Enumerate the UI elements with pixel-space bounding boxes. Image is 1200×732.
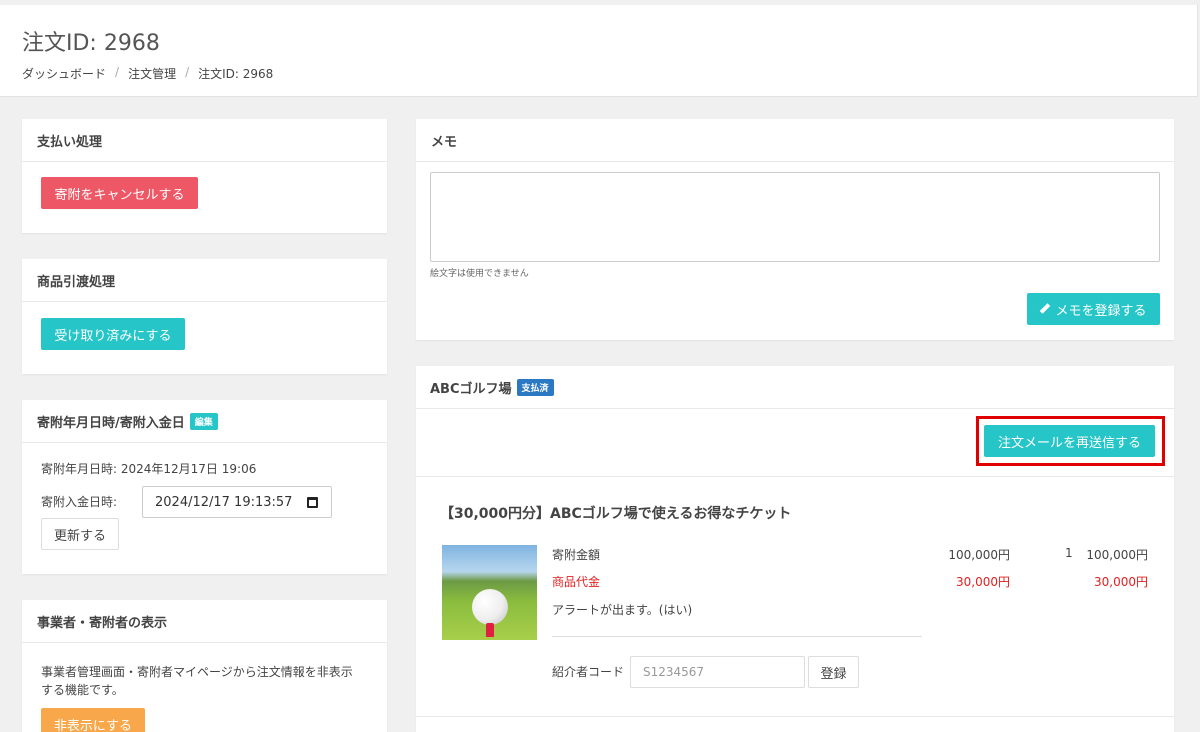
row-product-total: 30,000円 [1094,575,1148,589]
memo-textarea[interactable] [430,172,1160,262]
pencil-icon [1040,304,1050,314]
row-donation-label: 寄附金額 [552,548,601,562]
product-thumbnail [442,545,537,640]
golf-ball-image [472,589,508,625]
breadcrumb: ダッシュボード / 注文管理 / 注文ID: 2968 [22,65,273,82]
order-card-title: ABCゴルフ場 支払済 [416,366,1174,409]
update-button[interactable]: 更新する [41,518,119,550]
row-donation-total: 100,000円 [1086,548,1148,562]
referral-label: 紹介者コード [552,665,625,679]
breadcrumb-orders[interactable]: 注文管理 [128,65,176,82]
referral-code-input[interactable]: S1234567 [630,656,805,688]
cancel-donation-button[interactable]: 寄附をキャンセルする [41,177,198,209]
product-title: 【30,000円分】ABCゴルフ場で使えるお得なチケット [440,506,792,522]
breadcrumb-separator: / [185,65,190,79]
delivery-card-title: 商品引渡処理 [22,259,387,302]
golf-tee-image [486,623,494,637]
memo-card: メモ 絵文字は使用できません メモを登録する [416,119,1174,340]
delivery-card: 商品引渡処理 受け取り済みにする [22,259,387,374]
shop-name: ABCゴルフ場 [430,381,512,397]
hide-button[interactable]: 非表示にする [41,708,145,732]
breadcrumb-current: 注文ID: 2968 [198,67,274,81]
resend-button-highlight [976,416,1165,466]
breadcrumb-separator: / [115,65,120,79]
save-memo-label: メモを登録する [1055,303,1147,319]
display-description-line2: する機能です。 [41,683,124,697]
dates-card-title-text: 寄附年月日時/寄附入金日 [37,415,185,431]
display-description: 事業者管理画面・寄附者マイページから注文情報を非表示 する機能です。 [41,663,353,699]
payment-card: 支払い処理 寄附をキャンセルする [22,119,387,233]
mark-received-button[interactable]: 受け取り済みにする [41,318,185,350]
display-description-line1: 事業者管理画面・寄附者マイページから注文情報を非表示 [41,665,353,679]
row-donation-unit-price: 100,000円 [948,548,1010,562]
memo-card-title: メモ [416,119,1174,162]
paid-status-badge: 支払済 [516,378,554,396]
memo-hint: 絵文字は使用できません [430,269,529,279]
dates-card-title: 寄附年月日時/寄附入金日 編集 [22,400,387,443]
order-item: 【30,000円分】ABCゴルフ場で使えるお得なチケット 寄附金額 100,00… [416,477,1174,717]
row-product-label: 商品代金 [552,575,601,589]
row-donation-qty: 1 [1065,546,1073,560]
donation-datetime: 寄附年月日時: 2024年12月17日 19:06 [41,462,257,476]
dates-card: 寄附年月日時/寄附入金日 編集 寄附年月日時: 2024年12月17日 19:0… [22,400,387,574]
display-card: 事業者・寄附者の表示 事業者管理画面・寄附者マイページから注文情報を非表示 する… [22,600,387,732]
register-referral-button[interactable]: 登録 [808,656,859,688]
alert-note: アラートが出ます。(はい) [552,603,693,617]
deposit-datetime-input[interactable]: 2024/12/17 19:13:57 [142,486,332,518]
page-title: 注文ID: 2968 [22,31,160,56]
payment-card-title: 支払い処理 [22,119,387,162]
save-memo-button[interactable]: メモを登録する [1027,293,1160,325]
item-divider [552,636,922,637]
calendar-icon[interactable] [307,497,318,508]
deposit-datetime-value: 2024/12/17 19:13:57 [155,494,293,510]
display-card-title: 事業者・寄附者の表示 [22,600,387,643]
page-header: 注文ID: 2968 ダッシュボード / 注文管理 / 注文ID: 2968 [0,5,1198,97]
edit-badge: 編集 [189,412,218,430]
deposit-label: 寄附入金日時: [41,495,118,509]
row-product-unit-price: 30,000円 [956,575,1010,589]
breadcrumb-dashboard[interactable]: ダッシュボード [22,65,106,82]
